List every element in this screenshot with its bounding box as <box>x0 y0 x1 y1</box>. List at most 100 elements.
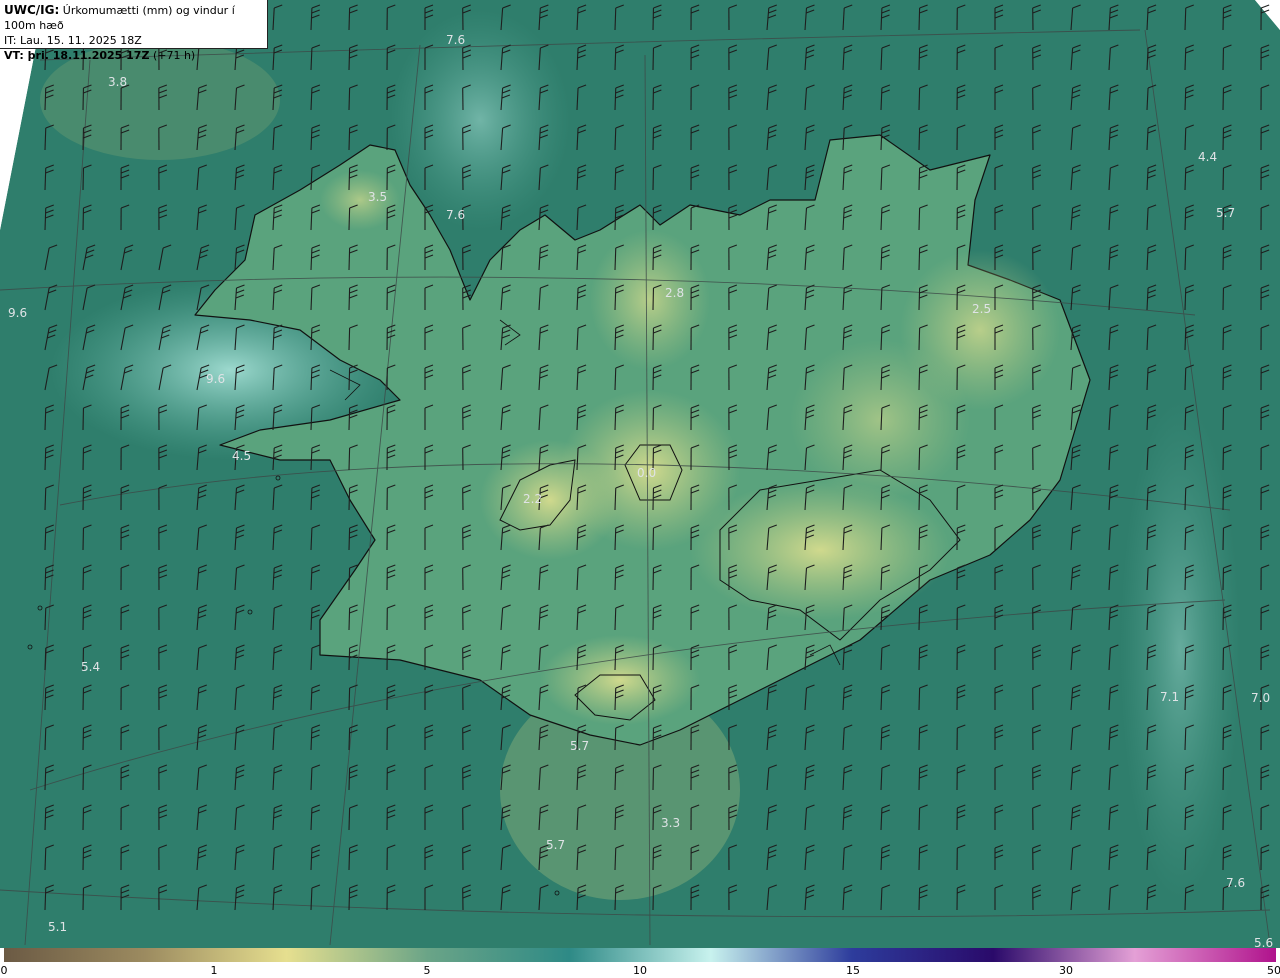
wind-barb <box>1184 607 1187 631</box>
wind-barb <box>1184 207 1187 231</box>
wind-barb <box>1184 47 1187 71</box>
value-label: 4.4 <box>1198 150 1217 164</box>
wind-barb <box>918 127 921 151</box>
wind-barb <box>614 367 617 391</box>
wind-barb <box>918 727 921 751</box>
wind-barb <box>348 327 351 351</box>
wind-barb <box>44 407 47 431</box>
colorbar-tick-label: 10 <box>633 964 647 977</box>
wind-barb <box>348 487 351 511</box>
forecast-offset: (+71 h) <box>152 49 196 62</box>
wind-barb <box>1184 327 1187 351</box>
wind-barb <box>44 487 47 511</box>
wind-barb <box>918 7 921 31</box>
wind-barb <box>1184 447 1187 471</box>
value-label: 7.0 <box>1251 691 1270 705</box>
wind-barb <box>348 727 351 751</box>
wind-barb <box>1184 487 1187 511</box>
wind-barb <box>918 607 921 631</box>
colorbar-gradient <box>4 948 1276 962</box>
value-label: 3.5 <box>368 190 387 204</box>
value-label: 4.5 <box>232 449 251 463</box>
wind-barb <box>348 687 351 711</box>
wind-barb <box>44 207 47 231</box>
wind-barb <box>614 807 617 831</box>
value-label: 5.7 <box>570 739 589 753</box>
wind-barb <box>348 7 351 31</box>
value-label: 3.3 <box>661 816 680 830</box>
wind-barb <box>614 247 617 271</box>
map-info-box: UWC/IG: Úrkomumætti (mm) og vindur í 100… <box>0 0 268 62</box>
wind-barb <box>44 767 47 791</box>
wind-barb <box>44 527 47 551</box>
wind-barb <box>1184 527 1187 551</box>
wind-barb <box>1184 287 1187 311</box>
wind-barb <box>44 127 47 151</box>
wind-barb <box>1184 687 1187 711</box>
wind-barb <box>614 447 617 471</box>
wind-barb <box>348 407 351 431</box>
wind-barb <box>348 127 351 151</box>
colorbar-tick-label: 15 <box>846 964 860 977</box>
wind-barb <box>348 247 351 271</box>
value-label: 2.8 <box>665 286 684 300</box>
initial-time: IT: Lau. 15. 11. 2025 18Z <box>4 34 142 47</box>
wind-barb <box>44 447 47 471</box>
value-label: 5.1 <box>48 920 67 934</box>
wind-barb <box>1184 87 1187 111</box>
wind-barb <box>44 807 47 831</box>
wind-barb <box>1184 727 1187 751</box>
wind-barb <box>1184 407 1187 431</box>
wind-barb <box>918 807 921 831</box>
wind-barb <box>44 847 47 871</box>
wind-barb <box>918 527 921 551</box>
wind-barb <box>918 647 921 671</box>
colorbar-tick-label: 30 <box>1059 964 1073 977</box>
wind-barb <box>614 287 617 311</box>
wind-barb <box>348 87 351 111</box>
wind-barb <box>918 327 921 351</box>
wind-barb <box>614 327 617 351</box>
colorbar-tick-label: 50 <box>1267 964 1280 977</box>
wind-barb <box>348 207 351 231</box>
wind-barb <box>1184 807 1187 831</box>
colorbar-tick-label: 5 <box>423 964 431 977</box>
wind-barb <box>918 487 921 511</box>
wind-barb <box>348 567 351 591</box>
wind-barb <box>614 87 617 111</box>
value-label: 9.6 <box>8 306 27 320</box>
wind-barb <box>614 487 617 511</box>
wind-barb <box>1184 167 1187 191</box>
wind-barb <box>1184 7 1187 31</box>
wind-barb <box>918 407 921 431</box>
wind-barb <box>348 887 351 911</box>
wind-barb <box>1184 367 1187 391</box>
wind-barb <box>918 887 921 911</box>
value-label: 3.8 <box>108 75 127 89</box>
wind-barb <box>44 167 47 191</box>
wind-barb <box>614 887 617 911</box>
wind-barb <box>44 727 47 751</box>
value-label: 9.6 <box>206 372 225 386</box>
wind-barb <box>918 447 921 471</box>
value-label: 5.6 <box>1254 936 1273 948</box>
wind-barb <box>614 767 617 791</box>
value-label: 5.7 <box>546 838 565 852</box>
colorbar-tick-label: 1 <box>210 964 218 977</box>
wind-barb <box>44 567 47 591</box>
valid-time-line: VT: þri. 18.11.2025 17Z (+71 h) <box>4 48 263 63</box>
wind-barb <box>918 287 921 311</box>
wind-barb <box>348 287 351 311</box>
wind-barb <box>918 247 921 271</box>
wind-barb <box>614 7 617 31</box>
wind-barb <box>1184 127 1187 151</box>
wind-barb <box>614 607 617 631</box>
value-label: 2.2 <box>523 492 542 506</box>
wind-barb <box>348 527 351 551</box>
wind-barb <box>918 687 921 711</box>
wind-barb <box>614 527 617 551</box>
wind-barb <box>1184 767 1187 791</box>
wind-barb <box>44 607 47 631</box>
title-line: UWC/IG: Úrkomumætti (mm) og vindur í 100… <box>4 3 263 33</box>
wind-barb <box>614 47 617 71</box>
